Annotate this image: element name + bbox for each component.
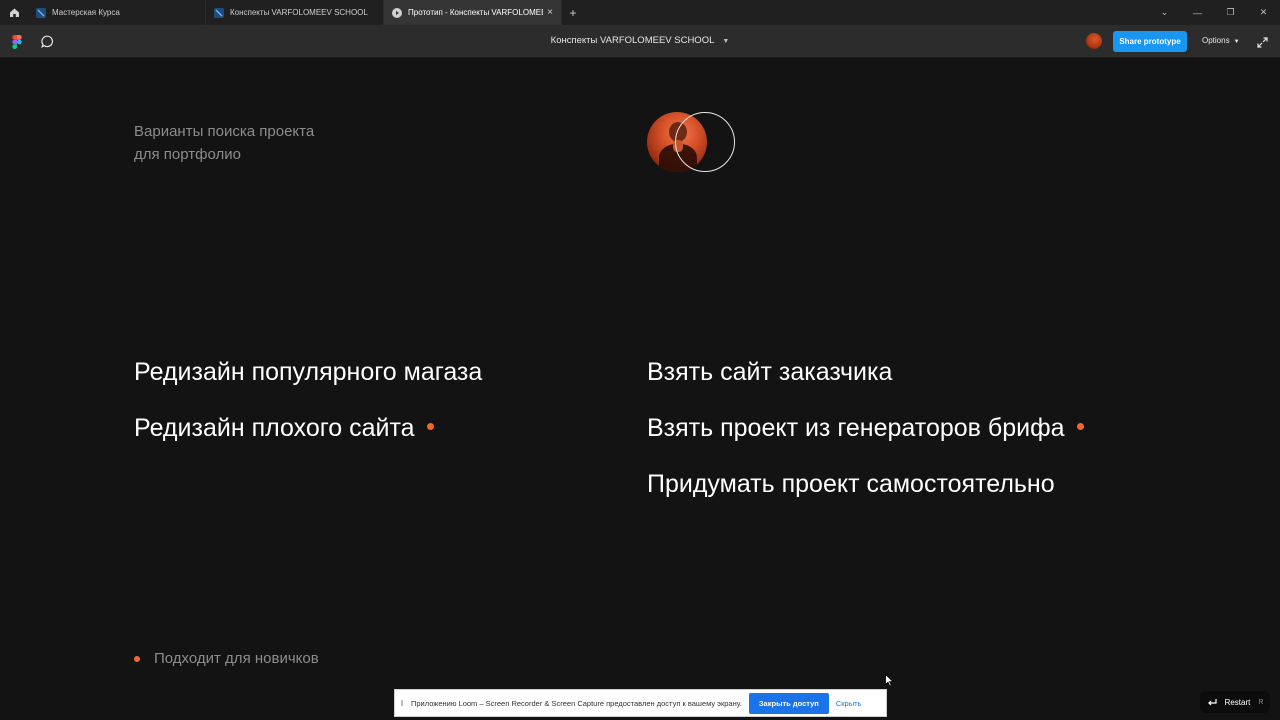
tab-close-icon[interactable]: × xyxy=(547,7,553,18)
screen-share-notification: ‖ Приложению Loom – Screen Recorder & Sc… xyxy=(394,689,887,717)
document-title-text: Конспекты VARFOLOMEEV SCHOOL xyxy=(550,35,715,46)
decorative-ring xyxy=(675,112,735,172)
play-icon xyxy=(392,7,402,18)
option-item: Взять сайт заказчика xyxy=(647,358,892,387)
stop-sharing-button[interactable]: Закрыть доступ xyxy=(748,692,829,714)
drag-handle-icon[interactable]: ‖ xyxy=(395,699,409,708)
figma-file-icon xyxy=(214,7,224,18)
prototype-canvas: Варианты поиска проекта для портфолио Ре… xyxy=(0,58,1280,720)
hide-notification-link[interactable]: Скрыть xyxy=(836,699,862,708)
legend-text: Подходит для новичков xyxy=(154,650,319,667)
minimize-icon[interactable]: — xyxy=(1181,0,1214,25)
beginner-marker-dot xyxy=(426,422,434,430)
legend: Подходит для новичков xyxy=(134,650,319,667)
chevron-down-icon: ▼ xyxy=(722,38,730,45)
tab-title: Мастерская Курса xyxy=(52,8,120,17)
option-text: Придумать проект самостоятельно xyxy=(647,470,1055,498)
option-item: Придумать проект самостоятельно xyxy=(647,470,1055,499)
restart-arrow-icon xyxy=(1207,699,1217,706)
options-menu-button[interactable]: Options ▼ xyxy=(1202,36,1240,45)
browser-tab-strip: Мастерская Курса Конспекты VARFOLOMEEV S… xyxy=(0,0,1280,25)
restart-button[interactable]: Restart R xyxy=(1200,691,1270,713)
beginner-marker-dot xyxy=(134,655,140,662)
tab-konspekty[interactable]: Конспекты VARFOLOMEEV SCHOOL xyxy=(206,0,384,25)
chevron-down-icon: ▼ xyxy=(1233,39,1240,45)
beginner-marker-dot xyxy=(1076,422,1084,430)
share-prototype-button[interactable]: Share prototype xyxy=(1113,31,1187,52)
tab-title: Прототип - Конспекты VARFOLOMEEV SCHOOL xyxy=(408,8,543,17)
window-controls: ⌄ — ❐ ✕ xyxy=(1148,0,1280,25)
restart-label: Restart xyxy=(1224,697,1251,707)
home-icon[interactable] xyxy=(0,0,28,25)
option-text: Редизайн популярного магаза xyxy=(134,358,483,386)
option-item: Редизайн плохого сайта xyxy=(134,414,434,443)
new-tab-button[interactable]: + xyxy=(562,0,584,25)
figma-toolbar: Конспекты VARFOLOMEEV SCHOOL ▼ Share prot… xyxy=(0,25,1280,58)
tab-title: Конспекты VARFOLOMEEV SCHOOL xyxy=(230,8,368,17)
close-window-icon[interactable]: ✕ xyxy=(1247,0,1280,25)
tab-list-chevron-icon[interactable]: ⌄ xyxy=(1148,0,1181,25)
figma-file-icon xyxy=(36,7,46,18)
tab-masterskaya[interactable]: Мастерская Курса xyxy=(28,0,206,25)
slide-subtitle: Варианты поиска проекта для портфолио xyxy=(134,120,314,166)
subtitle-line: Варианты поиска проекта xyxy=(134,123,315,140)
option-text: Взять проект из генераторов брифа xyxy=(647,414,1065,442)
option-text: Редизайн плохого сайта xyxy=(134,414,415,442)
restore-icon[interactable]: ❐ xyxy=(1214,0,1247,25)
option-item: Редизайн популярного магаза xyxy=(134,358,482,387)
option-item: Взять проект из генераторов брифа xyxy=(647,414,1084,443)
notification-message: Приложению Loom – Screen Recorder & Scre… xyxy=(411,698,742,708)
expand-icon[interactable] xyxy=(1257,35,1268,53)
subtitle-line: для портфолио xyxy=(134,146,241,163)
tab-prototype[interactable]: Прототип - Конспекты VARFOLOMEEV SCHOOL … xyxy=(384,0,562,25)
options-label: Options xyxy=(1202,36,1230,45)
mouse-cursor-icon xyxy=(885,673,895,692)
option-text: Взять сайт заказчика xyxy=(647,358,893,386)
avatar[interactable] xyxy=(1086,33,1102,49)
restart-shortcut: R xyxy=(1258,698,1264,706)
